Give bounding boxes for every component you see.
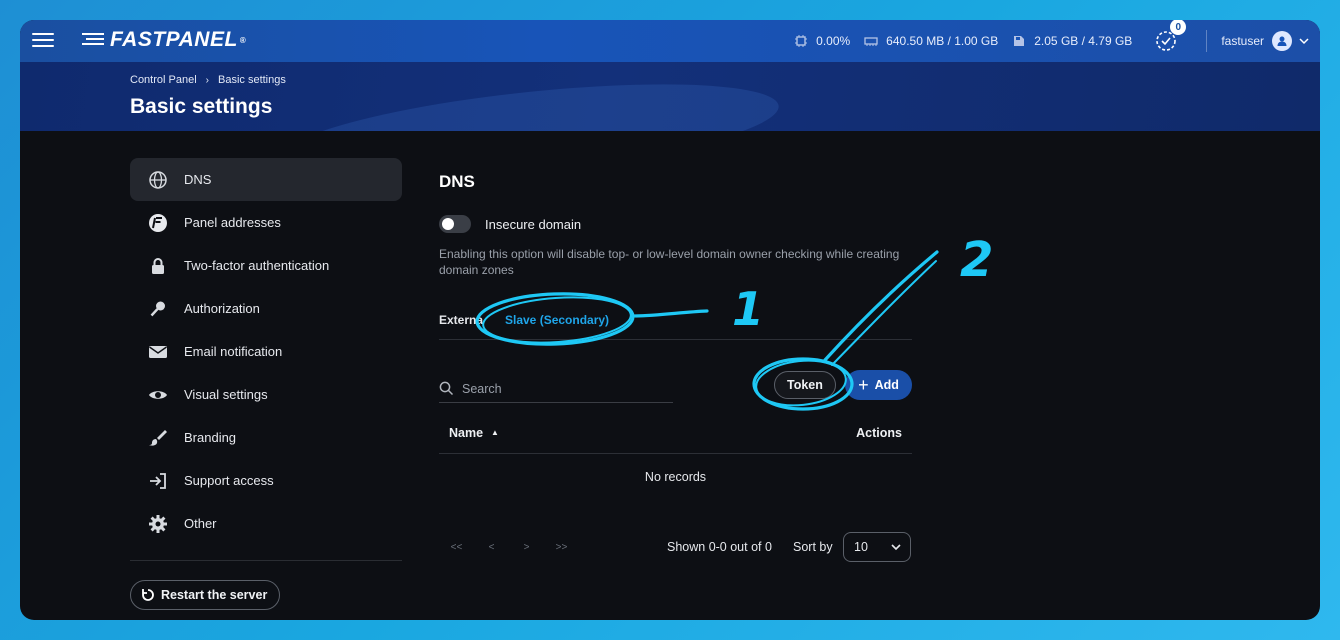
- app-window: FASTPANEL ® 0.00% 640.50 MB / 1.00 GB 2.…: [20, 20, 1320, 620]
- sidebar-item-label: Other: [184, 516, 217, 531]
- sign-in-icon: [148, 471, 168, 491]
- search-box: [439, 375, 673, 403]
- ram-stat: 640.50 MB / 1.00 GB: [864, 34, 998, 48]
- search-icon: [439, 381, 454, 396]
- token-label: Token: [787, 378, 823, 392]
- header-decoration: [277, 66, 783, 131]
- insecure-domain-row: Insecure domain: [439, 215, 581, 233]
- sidebar-divider: [130, 560, 402, 561]
- column-name[interactable]: Name ▲: [449, 426, 499, 440]
- sidebar-item-label: Panel addresses: [184, 215, 281, 230]
- sidebar-item-label: Two-factor authentication: [184, 258, 330, 273]
- eye-icon: [148, 385, 168, 405]
- ram-icon: [864, 37, 878, 46]
- sidebar-item-label: Visual settings: [184, 387, 268, 402]
- fastpanel-logo[interactable]: FASTPANEL ®: [82, 28, 246, 52]
- avatar: [1272, 31, 1292, 51]
- page-title: Basic settings: [130, 95, 273, 118]
- breadcrumb-basic-settings: Basic settings: [218, 74, 286, 86]
- sidebar-item-dns[interactable]: DNS: [130, 158, 402, 201]
- user-icon: [1277, 36, 1287, 46]
- table-header: Name ▲ Actions: [439, 412, 912, 454]
- sidebar-item-label: Email notification: [184, 344, 283, 359]
- first-page-button[interactable]: <<: [439, 542, 474, 553]
- topbar-divider: [1206, 30, 1208, 52]
- breadcrumb: Control Panel › Basic settings: [130, 74, 286, 86]
- chevron-down-icon: [891, 544, 901, 551]
- sidebar-item-label: DNS: [184, 172, 212, 187]
- add-label: Add: [874, 378, 899, 392]
- column-actions: Actions: [856, 425, 902, 440]
- sidebar-item-label: Authorization: [184, 301, 260, 316]
- ram-value: 640.50 MB / 1.00 GB: [886, 34, 999, 48]
- toggle-knob: [442, 218, 454, 230]
- sort-asc-icon: ▲: [491, 428, 499, 437]
- sidebar-item-authorization[interactable]: Authorization: [130, 287, 402, 330]
- pagination: << < > >> Shown 0-0 out of 0 Sort by 10: [439, 532, 912, 562]
- key-icon: [148, 299, 168, 319]
- disk-value: 2.05 GB / 4.79 GB: [1034, 34, 1133, 48]
- records-shown: Shown 0-0 out of 0: [667, 540, 772, 554]
- sidebar-item-support-access[interactable]: Support access: [130, 459, 402, 502]
- restart-server-button[interactable]: Restart the server: [130, 580, 281, 610]
- resource-stats: 0.00% 640.50 MB / 1.00 GB 2.05 GB / 4.79…: [794, 20, 1320, 62]
- sidebar-item-two-factor[interactable]: Two-factor authentication: [130, 244, 402, 287]
- globe-icon: [148, 170, 168, 190]
- empty-state: No records: [644, 470, 707, 484]
- sidebar-item-other[interactable]: Other: [130, 502, 402, 545]
- section-title: DNS: [439, 172, 475, 191]
- tasks-badge: 0: [1170, 20, 1187, 35]
- tab-slave-secondary[interactable]: Slave (Secondary): [505, 313, 609, 327]
- next-page-button[interactable]: >: [509, 542, 544, 553]
- sort-by-label: Sort by: [793, 540, 833, 554]
- sidebar-item-label: Branding: [184, 430, 237, 445]
- cpu-stat: 0.00%: [794, 34, 850, 48]
- prev-page-button[interactable]: <: [474, 542, 509, 553]
- disk-stat: 2.05 GB / 4.79 GB: [1012, 34, 1132, 48]
- menu-icon[interactable]: [32, 29, 54, 51]
- tasks-button[interactable]: 0: [1154, 20, 1187, 55]
- insecure-domain-label: Insecure domain: [485, 216, 582, 232]
- insecure-domain-toggle[interactable]: [439, 215, 471, 233]
- tab-external[interactable]: External: [439, 313, 483, 327]
- annotation-label-2: 2: [960, 232, 993, 288]
- page-size-select[interactable]: 10: [843, 532, 911, 562]
- chevron-down-icon: [1299, 38, 1309, 45]
- lock-icon: [148, 256, 168, 276]
- top-bar: FASTPANEL ® 0.00% 640.50 MB / 1.00 GB 2.…: [20, 20, 1320, 62]
- page-header: Control Panel › Basic settings Basic set…: [20, 62, 1320, 131]
- sidebar-item-visual-settings[interactable]: Visual settings: [130, 373, 402, 416]
- username: fastuser: [1221, 34, 1264, 48]
- token-button[interactable]: Token: [774, 371, 836, 399]
- envelope-icon: [148, 342, 168, 362]
- gear-icon: [148, 514, 168, 534]
- dns-tabs: External Slave (Secondary): [439, 300, 912, 340]
- restart-label: Restart the server: [161, 588, 268, 602]
- sidebar-item-panel-addresses[interactable]: Panel addresses: [130, 201, 402, 244]
- sidebar-item-email-notification[interactable]: Email notification: [130, 330, 402, 373]
- sidebar-item-branding[interactable]: Branding: [130, 416, 402, 459]
- insecure-domain-hint: Enabling this option will disable top- o…: [439, 247, 900, 277]
- cpu-value: 0.00%: [816, 34, 851, 48]
- brush-icon: [148, 428, 168, 448]
- user-menu[interactable]: fastuser: [1221, 31, 1310, 51]
- column-name-label: Name: [449, 425, 484, 440]
- last-page-button[interactable]: >>: [544, 542, 579, 553]
- trademark: ®: [239, 35, 247, 45]
- logo-text: FASTPANEL: [110, 28, 238, 51]
- search-input[interactable]: [462, 381, 652, 396]
- add-button[interactable]: + Add: [845, 370, 912, 400]
- page-size-value: 10: [854, 540, 868, 554]
- plus-icon: +: [858, 375, 869, 395]
- chevron-right-icon: ›: [205, 74, 209, 86]
- cpu-icon: [795, 35, 808, 47]
- disk-icon: [1014, 36, 1025, 46]
- breadcrumb-control-panel[interactable]: Control Panel: [130, 74, 197, 86]
- logo-lines-icon: [82, 31, 106, 49]
- fastpanel-f-icon: [148, 213, 168, 233]
- sidebar-item-label: Support access: [184, 473, 274, 488]
- settings-sidebar: DNS Panel addresses Two-factor authentic…: [130, 158, 402, 545]
- restart-icon: [142, 589, 154, 601]
